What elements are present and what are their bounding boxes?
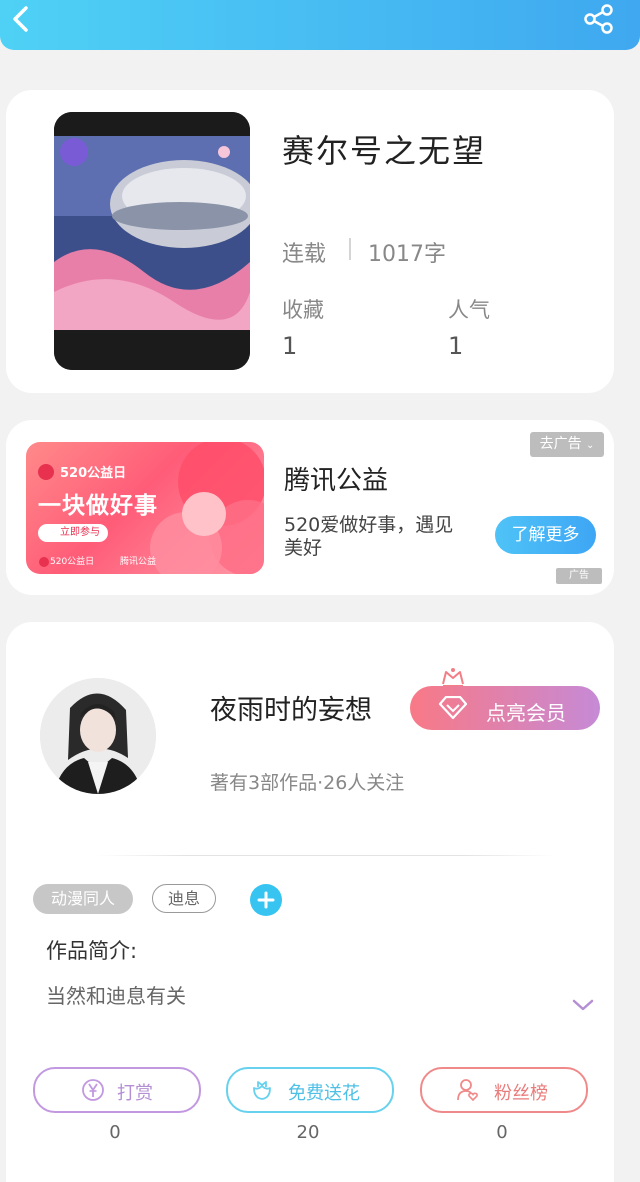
ad-banner-footer-right: 腾讯公益 xyxy=(120,557,157,567)
favorites-count: 1 xyxy=(282,332,298,360)
vip-label: 点亮会员 xyxy=(486,701,566,725)
crown-icon xyxy=(442,668,464,687)
reward-count: 0 xyxy=(109,1122,121,1143)
remove-ad-label: 去广告 xyxy=(539,436,582,452)
ad-description: 520爱做好事，遇见美好 xyxy=(284,514,454,559)
word-count: 1017字 xyxy=(368,242,446,267)
section-divider xyxy=(96,855,556,856)
ad-banner-join-button: 立即参与 xyxy=(38,524,108,542)
book-cover-illustration xyxy=(54,112,250,370)
tag-anime-fanfic[interactable]: 动漫同人 xyxy=(33,884,133,914)
yen-icon xyxy=(82,1079,104,1101)
fans-count: 0 xyxy=(496,1122,508,1143)
book-info-card: 赛尔号之无望 连载 1017字 收藏 1 人气 1 xyxy=(6,90,614,393)
popularity-count: 1 xyxy=(448,332,464,360)
book-title: 赛尔号之无望 xyxy=(282,132,487,170)
send-flower-button[interactable]: 免费送花 xyxy=(226,1067,394,1113)
book-cover[interactable] xyxy=(54,112,250,370)
author-avatar[interactable] xyxy=(40,678,156,794)
reward-button[interactable]: 打赏 xyxy=(33,1067,201,1113)
favorites-label: 收藏 xyxy=(282,298,324,322)
book-status: 连载 xyxy=(282,242,327,267)
fans-ranking-label: 粉丝榜 xyxy=(494,1083,548,1104)
tag-dixi[interactable]: 迪息 xyxy=(152,884,216,913)
chevron-down-icon: ⌄ xyxy=(586,440,595,451)
diamond-icon xyxy=(438,696,468,720)
ad-label: 广告 xyxy=(556,568,602,584)
ad-title: 腾讯公益 xyxy=(284,466,389,496)
plus-icon xyxy=(257,891,275,909)
learn-more-button[interactable]: 了解更多 xyxy=(495,516,596,554)
reward-label: 打赏 xyxy=(117,1083,153,1104)
status-separator xyxy=(349,238,351,260)
ad-label-text: 广告 xyxy=(569,570,589,581)
vip-activate-button[interactable]: 点亮会员 xyxy=(410,686,600,730)
add-tag-button[interactable] xyxy=(250,884,282,916)
avatar-illustration xyxy=(40,678,156,794)
remove-ad-button[interactable]: 去广告 ⌄ xyxy=(530,432,604,457)
share-icon[interactable] xyxy=(582,2,616,36)
author-meta: 著有3部作品·26人关注 xyxy=(210,772,405,794)
send-flower-label: 免费送花 xyxy=(288,1083,360,1104)
flower-count: 20 xyxy=(296,1122,320,1143)
intro-label: 作品简介: xyxy=(46,939,138,963)
flower-icon xyxy=(253,1081,271,1100)
top-bar xyxy=(0,0,640,50)
user-heart-icon xyxy=(457,1079,478,1102)
back-arrow-icon[interactable] xyxy=(6,2,36,36)
chevron-down-icon[interactable] xyxy=(570,996,596,1014)
author-card: 夜雨时的妄想 点亮会员 著有3部作品·26人关注 动漫同人 迪息 作品简介: 当… xyxy=(6,622,614,1182)
ad-banner-headline: 一块做好事 xyxy=(38,493,158,519)
popularity-label: 人气 xyxy=(448,298,490,322)
ad-banner-event: 520公益日 xyxy=(60,466,127,481)
ad-card[interactable]: 520公益日 一块做好事 立即参与 520公益日 腾讯公益 腾讯公益 520爱做… xyxy=(6,420,614,595)
intro-text: 当然和迪息有关 xyxy=(46,984,186,1008)
author-name: 夜雨时的妄想 xyxy=(210,695,372,726)
fans-ranking-button[interactable]: 粉丝榜 xyxy=(420,1067,588,1113)
ad-banner-footer-left: 520公益日 xyxy=(50,557,95,567)
ad-banner[interactable]: 520公益日 一块做好事 立即参与 520公益日 腾讯公益 xyxy=(26,442,264,574)
